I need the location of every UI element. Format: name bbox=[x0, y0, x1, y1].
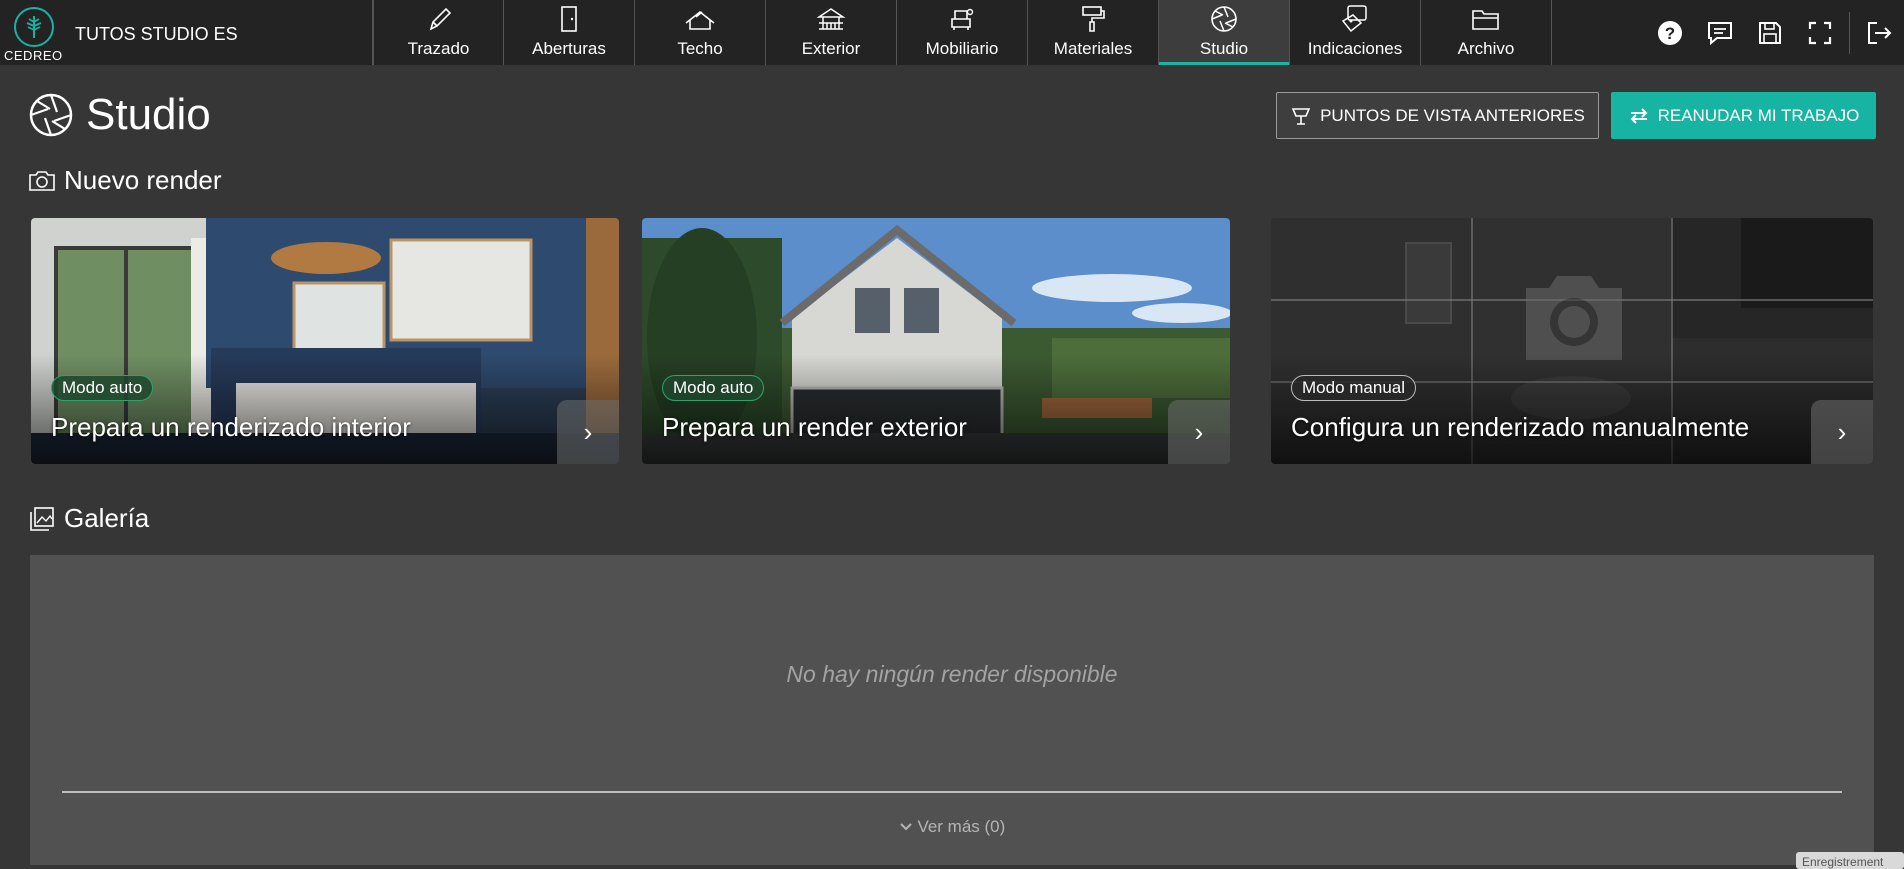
help-button[interactable]: ? bbox=[1645, 0, 1695, 65]
logout-button[interactable] bbox=[1854, 0, 1904, 65]
folder-icon bbox=[1472, 10, 1499, 30]
armchair-icon bbox=[951, 8, 974, 30]
chevron-down-icon bbox=[899, 823, 912, 831]
mode-badge: Modo auto bbox=[662, 375, 765, 401]
toolbar: ? bbox=[1645, 0, 1904, 65]
tab-studio[interactable]: Studio bbox=[1158, 0, 1289, 65]
camera-icon bbox=[1526, 276, 1622, 360]
top-bar: CEDREO TUTOS STUDIO ES Trazado Aberturas… bbox=[0, 0, 1904, 65]
mode-badge: Modo manual bbox=[1291, 375, 1417, 401]
card-title: Prepara un render exterior bbox=[662, 412, 967, 442]
fullscreen-button[interactable] bbox=[1795, 0, 1845, 65]
project-name: TUTOS STUDIO ES bbox=[75, 24, 238, 44]
main-nav: Trazado Aberturas Techo Exterior Mobilia… bbox=[372, 0, 1552, 65]
see-more-label: Ver más (0) bbox=[917, 817, 1006, 836]
swap-icon bbox=[1630, 107, 1647, 124]
render-card-exterior[interactable]: Modo auto Prepara un render exterior › bbox=[642, 218, 1230, 464]
tab-trazado[interactable]: Trazado bbox=[372, 0, 503, 65]
door-icon bbox=[561, 6, 577, 32]
resume-work-label: REANUDAR MI TRABAJO bbox=[1657, 105, 1860, 125]
gallery-empty-message: No hay ningún render disponible bbox=[786, 661, 1118, 687]
gallery-icon bbox=[30, 506, 54, 531]
camera-stand-icon bbox=[1291, 107, 1311, 125]
previous-views-label: PUNTOS DE VISTA ANTERIORES bbox=[1320, 105, 1585, 125]
card-title: Prepara un renderizado interior bbox=[51, 412, 411, 442]
tab-label: Studio bbox=[1199, 39, 1249, 58]
paint-roller-icon bbox=[1082, 6, 1105, 32]
brand: CEDREO TUTOS STUDIO ES bbox=[0, 0, 372, 65]
tab-materiales[interactable]: Materiales bbox=[1027, 0, 1158, 65]
tab-aberturas[interactable]: Aberturas bbox=[503, 0, 634, 65]
cedreo-logo[interactable]: CEDREO bbox=[4, 4, 64, 63]
tab-label: Archivo bbox=[1457, 39, 1515, 58]
resume-work-button[interactable]: REANUDAR MI TRABAJO bbox=[1611, 92, 1876, 139]
save-icon bbox=[1759, 21, 1781, 44]
pencil-icon bbox=[429, 7, 451, 31]
save-button[interactable] bbox=[1745, 0, 1795, 65]
tab-label: Mobiliario bbox=[925, 39, 999, 58]
render-card-manual[interactable]: Modo manual Configura un renderizado man… bbox=[1271, 218, 1873, 464]
see-more-link[interactable]: Ver más (0) bbox=[30, 817, 1874, 837]
new-render-title: Nuevo render bbox=[64, 165, 222, 195]
roof-icon bbox=[685, 10, 715, 30]
tab-indicaciones[interactable]: Indicaciones bbox=[1289, 0, 1420, 65]
previous-views-button[interactable]: PUNTOS DE VISTA ANTERIORES bbox=[1276, 92, 1599, 139]
chevron-right-icon[interactable]: › bbox=[557, 400, 619, 464]
saving-toast: Enregistrement bbox=[1796, 852, 1904, 869]
tab-label: Materiales bbox=[1053, 39, 1133, 58]
new-render-heading: Nuevo render bbox=[28, 165, 222, 196]
tab-mobiliario[interactable]: Mobiliario bbox=[896, 0, 1027, 65]
chevron-right-icon[interactable]: › bbox=[1168, 400, 1230, 464]
card-title: Configura un renderizado manualmente bbox=[1291, 412, 1750, 442]
comment-icon bbox=[1708, 21, 1732, 45]
page-title: Studio bbox=[28, 90, 211, 140]
render-card-interior[interactable]: Modo auto Prepara un renderizado interio… bbox=[31, 218, 619, 464]
gallery-heading: Galería bbox=[28, 503, 149, 534]
terrace-icon bbox=[816, 8, 846, 30]
tab-label: Techo bbox=[677, 39, 723, 58]
tab-exterior[interactable]: Exterior bbox=[765, 0, 896, 65]
gallery-panel: No hay ningún render disponible Ver más … bbox=[30, 555, 1874, 865]
comment-button[interactable] bbox=[1695, 0, 1745, 65]
tab-techo[interactable]: Techo bbox=[634, 0, 765, 65]
tab-label: Indicaciones bbox=[1307, 39, 1403, 58]
gallery-title: Galería bbox=[64, 503, 150, 533]
tab-label: Exterior bbox=[801, 39, 861, 58]
tab-label: Aberturas bbox=[532, 39, 606, 58]
mode-badge: Modo auto bbox=[51, 375, 154, 401]
tab-label: Trazado bbox=[407, 39, 470, 58]
gallery-divider bbox=[62, 791, 1842, 793]
page-title-text: Studio bbox=[86, 90, 211, 139]
camera-icon bbox=[29, 170, 55, 191]
logo-text: CEDREO bbox=[4, 48, 63, 63]
svg-text:?: ? bbox=[1665, 24, 1675, 43]
tags-icon bbox=[1341, 5, 1367, 33]
aperture-icon bbox=[1211, 6, 1237, 32]
fullscreen-icon bbox=[1808, 21, 1832, 44]
help-icon: ? bbox=[1658, 20, 1682, 45]
saving-toast-text: Enregistrement bbox=[1802, 855, 1884, 869]
logout-icon bbox=[1868, 21, 1892, 44]
chevron-right-icon[interactable]: › bbox=[1811, 400, 1873, 464]
aperture-icon bbox=[29, 93, 73, 137]
tab-archivo[interactable]: Archivo bbox=[1420, 0, 1551, 65]
